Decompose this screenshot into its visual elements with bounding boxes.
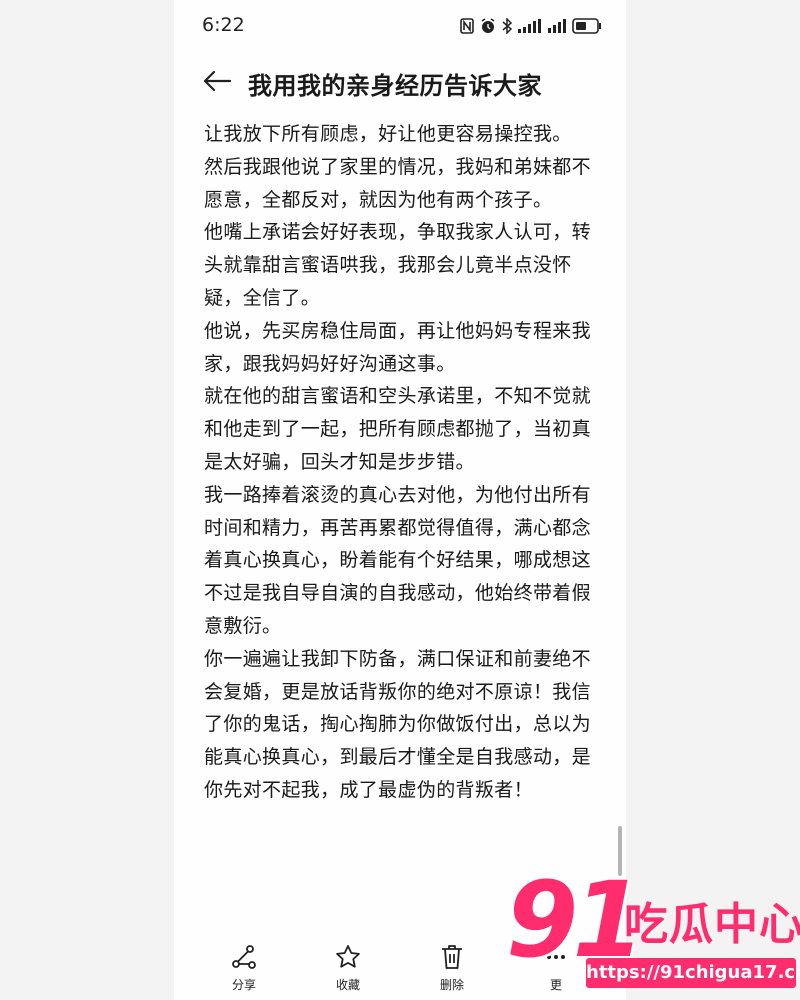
text-line: 就在他的甜言蜜语和空头承诺里，不知不觉就	[204, 385, 592, 408]
text-line: 我一路捧着滚烫的真心去对他，为他付出所有	[204, 483, 592, 506]
text-line: 让我放下所有顾虑，好让他更容易操控我。	[204, 123, 572, 145]
text-line: 愿意，全都反对，就因为他有两个孩子。	[204, 188, 553, 211]
article-body: 让我放下所有顾虑，好让他更容易操控我。 然后我跟他说了家里的情况，我妈和弟妹都不…	[204, 118, 600, 807]
text-line: 着真心换真心，盼着能有个好结果，哪成想这	[204, 549, 592, 572]
delete-button[interactable]: 删除	[422, 942, 482, 993]
signal-icon	[518, 19, 542, 33]
text-line: 然后我跟他说了家里的情况，我妈和弟妹都不	[204, 155, 592, 178]
alarm-icon	[480, 18, 496, 34]
text-line: 他嘴上承诺会好好表现，争取我家人认可，转	[204, 221, 592, 244]
text-line: 你一遍遍让我卸下防备，满口保证和前妻绝不	[204, 647, 592, 670]
favorite-button[interactable]: 收藏	[318, 942, 378, 993]
battery-icon	[572, 18, 602, 34]
text-line: 时间和精力，再苦再累都觉得值得，满心都念	[204, 516, 592, 539]
text-line: 意敷衍。	[204, 614, 282, 637]
text-line: 和他走到了一起，把所有顾虑都抛了，当初真	[204, 418, 592, 441]
text-line: 能真心换真心，到最后才懂全是自我感动，是	[204, 746, 592, 769]
text-line: 你先对不起我，成了最虚伪的背叛者！	[204, 778, 533, 801]
page-title: 我用我的亲身经历告诉大家	[248, 72, 542, 100]
delete-label: 删除	[439, 978, 464, 992]
favorite-label: 收藏	[335, 978, 360, 992]
share-button[interactable]: 分享	[214, 942, 274, 993]
watermark-url: https://91chigua17.com	[586, 958, 800, 988]
text-line: 不过是我自导自演的自我感动，他始终带着假	[204, 582, 592, 605]
bluetooth-icon	[502, 18, 512, 34]
share-icon	[214, 942, 274, 972]
text-line: 是太好骗，回头才知是步步错。	[204, 450, 475, 473]
watermark: 91 吃瓜中心 https://91chigua17.com	[506, 868, 800, 1000]
nfc-icon	[460, 18, 474, 34]
back-arrow-icon	[203, 70, 232, 96]
text-line: 他说，先买房稳住局面，再让他妈妈专程来我	[204, 319, 592, 342]
signal-icon	[548, 19, 566, 33]
phone-screen: 6:22 我用我的亲身经历告诉大家 让我放下所有顾虑，好让他更容易操控我。 然后…	[174, 0, 626, 1000]
watermark-name: 吃瓜中心	[624, 899, 800, 950]
text-line: 会复婚，更是放话背叛你的绝对不原谅！我信	[204, 680, 592, 703]
text-line: 疑，全信了。	[204, 286, 321, 309]
text-line: 家，跟我妈妈好好沟通这事。	[204, 352, 456, 375]
share-label: 分享	[231, 978, 256, 992]
back-button[interactable]	[200, 66, 234, 100]
status-time: 6:22	[202, 14, 245, 36]
trash-icon	[422, 942, 482, 972]
status-bar: 6:22	[174, 0, 626, 52]
text-line: 了你的鬼话，掏心掏肺为你做饭付出，总以为	[204, 713, 592, 736]
header: 我用我的亲身经历告诉大家	[174, 60, 626, 106]
watermark-logo: 91	[506, 859, 645, 981]
text-line: 头就靠甜言蜜语哄我，我那会儿竟半点没怀	[204, 254, 572, 277]
status-icons	[460, 14, 602, 38]
star-icon	[318, 942, 378, 972]
